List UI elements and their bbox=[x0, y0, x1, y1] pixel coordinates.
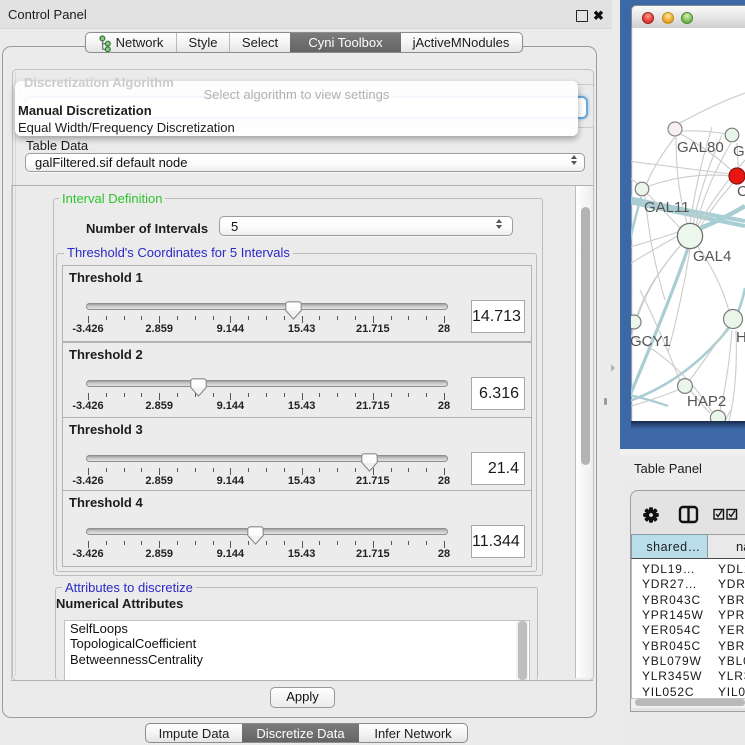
svg-text:GCY1: GCY1 bbox=[631, 333, 671, 350]
svg-text:GAL80: GAL80 bbox=[677, 139, 724, 156]
svg-text:G.: G. bbox=[733, 143, 745, 160]
svg-text:H: H bbox=[736, 329, 745, 346]
svg-text:GAL11: GAL11 bbox=[644, 199, 690, 216]
svg-text:GAL4: GAL4 bbox=[693, 248, 731, 265]
svg-text:C: C bbox=[737, 183, 745, 200]
svg-text:HAP2: HAP2 bbox=[687, 393, 726, 410]
